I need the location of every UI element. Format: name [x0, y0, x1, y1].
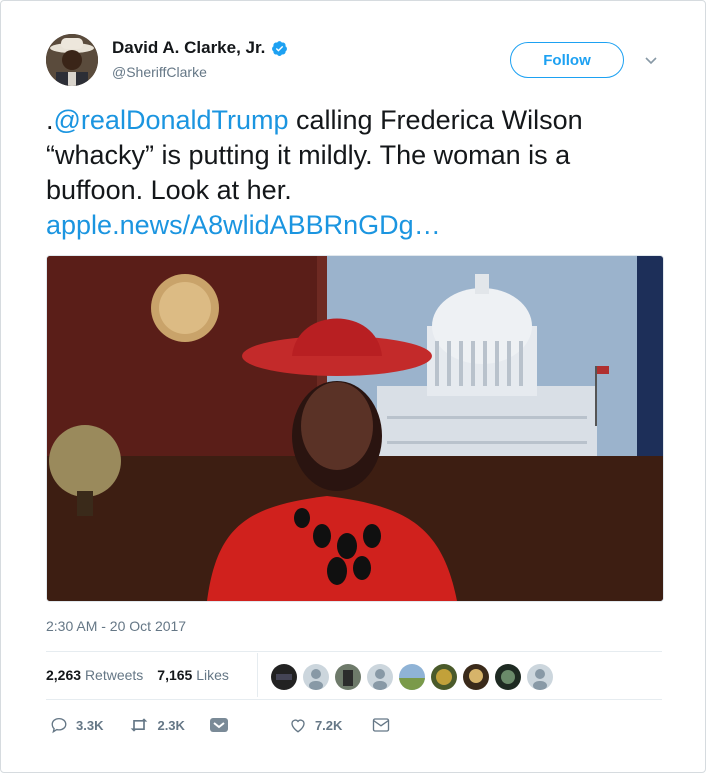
verified-badge-icon [272, 40, 288, 56]
like-count: 7.2K [314, 717, 343, 733]
like-button[interactable]: 7.2K [289, 716, 342, 734]
article-link[interactable]: apple.news/A8wlidABBRnGDg… [46, 210, 441, 240]
retweets-stat[interactable]: 2,263 Retweets [46, 667, 143, 683]
tweet-timestamp[interactable]: 2:30 AM - 20 Oct 2017 [46, 618, 186, 634]
reply-count: 3.3K [76, 717, 104, 733]
likes-count: 7,165 [157, 667, 193, 683]
divider [46, 699, 662, 700]
liker-avatar[interactable] [366, 663, 394, 691]
retweets-label: Retweets [84, 667, 144, 683]
liker-avatar[interactable] [270, 663, 298, 691]
retweet-icon [131, 718, 148, 732]
share-button[interactable] [372, 717, 390, 733]
liker-avatar[interactable] [494, 663, 522, 691]
chevron-down-icon[interactable] [643, 52, 659, 68]
liker-avatar[interactable] [398, 663, 426, 691]
retweets-count: 2,263 [46, 667, 82, 683]
divider [46, 651, 662, 652]
reply-button[interactable]: 3.3K [50, 716, 103, 734]
liker-avatar[interactable] [462, 663, 490, 691]
likes-label: Likes [196, 667, 229, 683]
direct-message-button[interactable] [209, 717, 229, 733]
mention-link[interactable]: @realDonaldTrump [54, 105, 289, 135]
engagement-stats: 2,263 Retweets 7,165 Likes [46, 667, 229, 683]
chevron-down-icon [209, 718, 228, 732]
author-name[interactable]: David A. Clarke, Jr. [112, 38, 265, 58]
envelope-icon [373, 718, 390, 732]
tweet-text: .@realDonaldTrump calling Frederica Wils… [46, 103, 666, 243]
liker-avatar[interactable] [302, 663, 330, 691]
retweet-count: 2.3K [157, 717, 185, 733]
reply-icon [51, 717, 67, 734]
likes-stat[interactable]: 7,165 Likes [157, 667, 229, 683]
liker-avatar[interactable] [430, 663, 458, 691]
follow-button[interactable]: Follow [510, 42, 624, 78]
retweet-button[interactable]: 2.3K [129, 716, 185, 734]
liker-avatars [270, 663, 554, 691]
liker-avatar[interactable] [334, 663, 362, 691]
stats-separator [257, 653, 258, 697]
tweet-actions: 3.3K 2.3K 7.2K [46, 716, 390, 734]
author-avatar[interactable] [46, 34, 98, 86]
heart-icon [291, 719, 305, 733]
liker-avatar[interactable] [526, 663, 554, 691]
tweet-prefix: . [46, 105, 54, 135]
author-handle[interactable]: @SheriffClarke [112, 64, 207, 80]
tweet-media-image[interactable] [46, 255, 664, 602]
